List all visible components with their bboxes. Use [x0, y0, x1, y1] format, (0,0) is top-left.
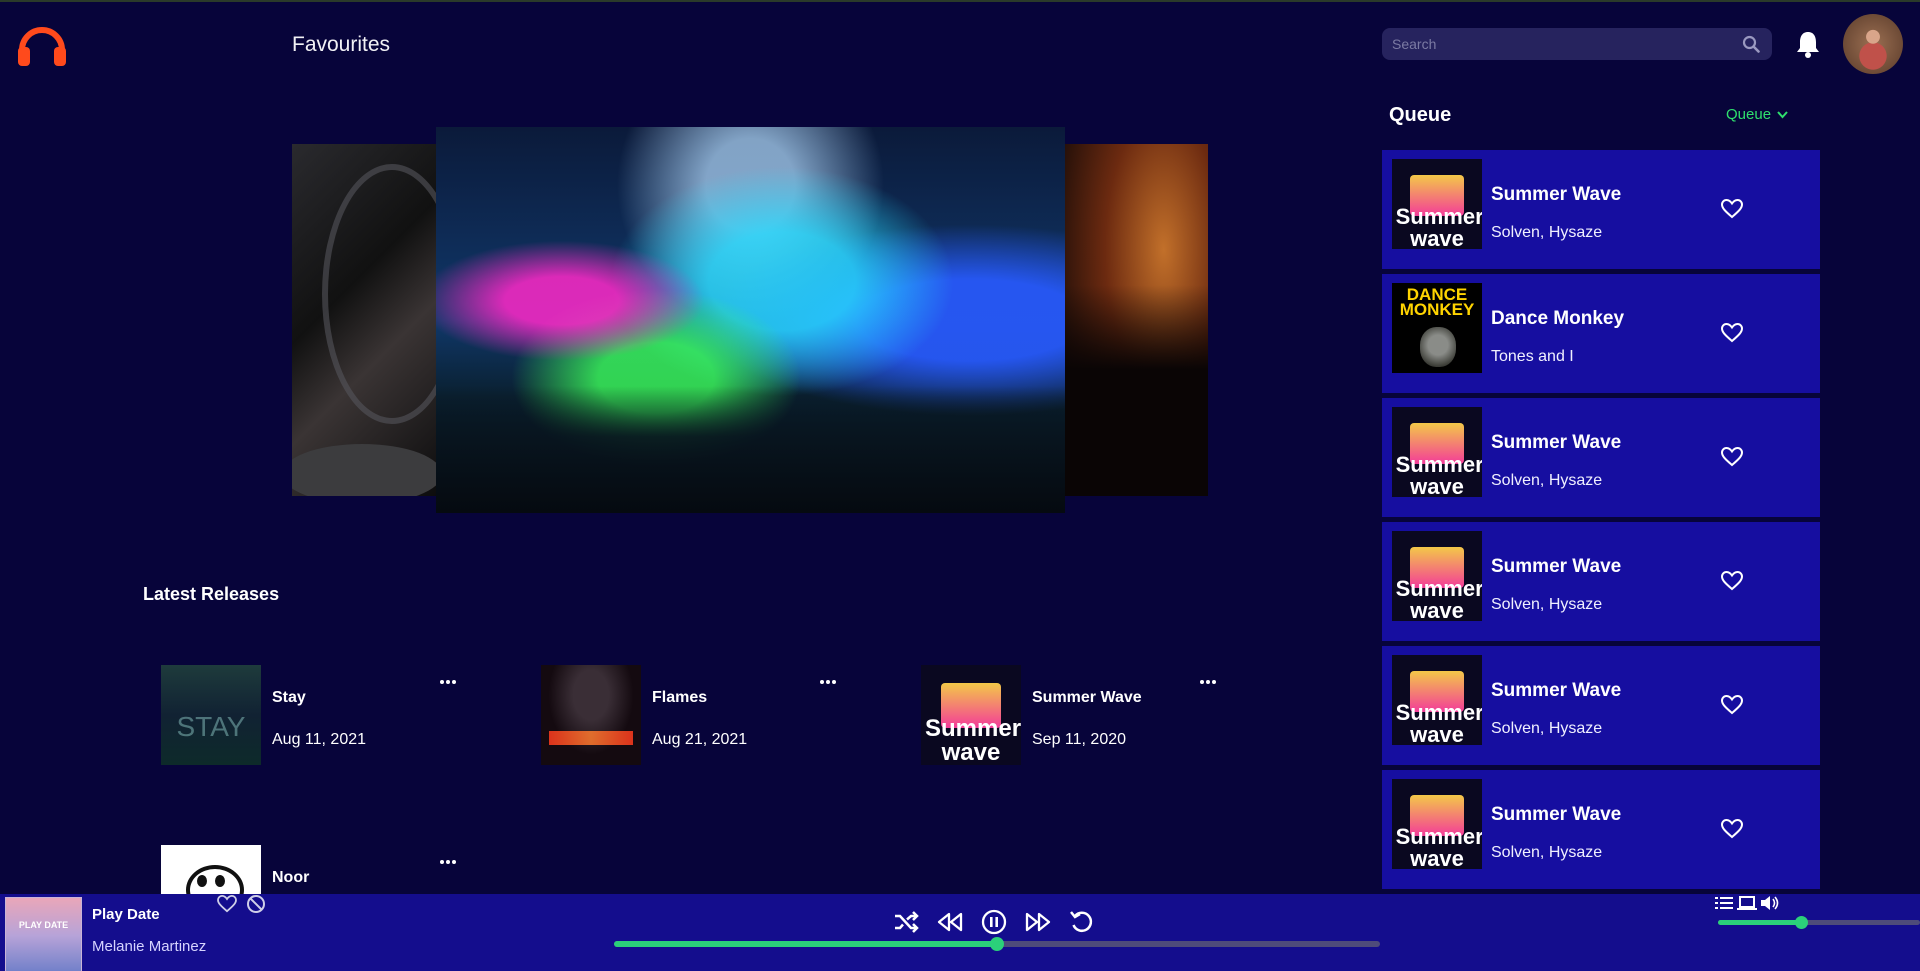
fast-forward-icon[interactable]: [1024, 908, 1052, 936]
top-border: [0, 0, 1920, 2]
queue-item[interactable]: Summer wave Summer Wave Solven, Hysaze: [1382, 522, 1820, 641]
queue-item-cover: Summer wave: [1392, 531, 1482, 621]
queue-item-cover: Summer wave: [1392, 655, 1482, 745]
heart-icon[interactable]: [1721, 819, 1743, 839]
heart-icon[interactable]: [1721, 199, 1743, 219]
cover-art-text: PLAY DATE: [18, 920, 69, 930]
queue-item-cover: Summer wave: [1392, 159, 1482, 249]
latest-releases-title: Latest Releases: [143, 584, 280, 604]
carousel-slide-next[interactable]: [1060, 144, 1208, 496]
release-card[interactable]: Summer wave Summer Wave Sep 11, 2020: [903, 665, 1243, 765]
drum-graphic: [322, 164, 442, 424]
cover-art-monkey: [1420, 327, 1456, 367]
queue-item[interactable]: DANCE MONKEY Dance Monkey Tones and I: [1382, 274, 1820, 393]
volume-fill: [1718, 920, 1801, 925]
queue-item-artist[interactable]: Tones and I: [1491, 348, 1574, 366]
heart-icon[interactable]: [1721, 571, 1743, 591]
queue-item[interactable]: Summer wave Summer Wave Solven, Hysaze: [1382, 646, 1820, 765]
queue-item-artist[interactable]: Solven, Hysaze: [1491, 720, 1602, 738]
cover-art-text: Summer wave: [1395, 203, 1482, 249]
heart-icon[interactable]: [1721, 447, 1743, 467]
pause-icon[interactable]: [980, 908, 1008, 936]
heart-icon[interactable]: [1721, 695, 1743, 715]
cymbal-graphic: [292, 444, 442, 496]
crowd-graphic: [436, 385, 1065, 513]
release-cover[interactable]: [161, 845, 261, 894]
cover-art-text: Summer wave: [1395, 575, 1482, 621]
chevron-down-icon: [1777, 111, 1788, 119]
now-playing-cover[interactable]: PLAY DATE: [5, 897, 82, 971]
cover-art-text: DANCE MONKEY: [1399, 285, 1475, 319]
release-title[interactable]: Summer Wave: [1032, 689, 1142, 707]
queue-item[interactable]: Summer wave Summer Wave Solven, Hysaze: [1382, 770, 1820, 889]
release-title[interactable]: Noor: [272, 869, 309, 887]
release-cover[interactable]: [541, 665, 641, 765]
laptop-device-icon[interactable]: [1737, 894, 1757, 912]
release-date: Sep 11, 2020: [1032, 731, 1127, 748]
heart-icon[interactable]: [1721, 323, 1743, 343]
user-avatar[interactable]: [1843, 14, 1903, 74]
queue-item[interactable]: Summer wave Summer Wave Solven, Hysaze: [1382, 150, 1820, 269]
carousel-slide-active[interactable]: [436, 127, 1065, 513]
now-playing-artist[interactable]: Melanie Martinez: [92, 938, 206, 955]
block-icon[interactable]: [246, 894, 266, 914]
queue-item-title[interactable]: Dance Monkey: [1491, 308, 1624, 330]
cover-art-text: Summer wave: [1395, 699, 1482, 745]
search-input[interactable]: [1392, 28, 1732, 60]
release-date: Aug 21, 2021: [652, 731, 748, 748]
progress-handle[interactable]: [990, 937, 1004, 951]
release-title[interactable]: Stay: [272, 689, 306, 707]
queue-item-cover: Summer wave: [1392, 407, 1482, 497]
queue-title: Queue: [1389, 104, 1452, 126]
more-options-icon[interactable]: [440, 851, 460, 864]
cover-art-text: Summer wave: [1395, 451, 1482, 497]
queue-item-artist[interactable]: Solven, Hysaze: [1491, 596, 1602, 614]
release-title[interactable]: Flames: [652, 689, 707, 707]
release-date: Aug 11, 2021: [272, 731, 367, 748]
release-card[interactable]: Flames Aug 21, 2021: [523, 665, 863, 765]
more-options-icon[interactable]: [440, 671, 460, 684]
queue-dropdown[interactable]: Queue: [1726, 106, 1788, 123]
progress-fill: [614, 941, 997, 947]
carousel-slide-prev[interactable]: [292, 144, 442, 496]
rewind-icon[interactable]: [936, 908, 964, 936]
volume-handle[interactable]: [1794, 916, 1808, 929]
queue-item-artist[interactable]: Solven, Hysaze: [1491, 224, 1602, 242]
release-card[interactable]: Noor: [143, 845, 483, 894]
queue-item-title[interactable]: Summer Wave: [1491, 184, 1621, 206]
player-bar: PLAY DATE Play Date Melanie Martinez: [0, 894, 1920, 971]
now-playing-title[interactable]: Play Date: [92, 906, 160, 923]
search-box[interactable]: [1382, 28, 1772, 60]
queue-list[interactable]: Summer wave Summer Wave Solven, Hysaze D…: [1382, 150, 1820, 890]
queue-item-cover: DANCE MONKEY: [1392, 283, 1482, 373]
queue-item-title[interactable]: Summer Wave: [1491, 804, 1621, 826]
queue-item[interactable]: Summer wave Summer Wave Solven, Hysaze: [1382, 398, 1820, 517]
more-options-icon[interactable]: [1200, 671, 1220, 684]
crowd-graphic: [1060, 284, 1208, 496]
repeat-icon[interactable]: [1068, 908, 1096, 936]
heart-icon[interactable]: [217, 895, 237, 913]
volume-icon[interactable]: [1759, 894, 1779, 912]
volume-slider[interactable]: [1718, 916, 1920, 929]
release-cover[interactable]: [161, 665, 261, 765]
queue-item-artist[interactable]: Solven, Hysaze: [1491, 844, 1602, 862]
release-card[interactable]: Stay Aug 11, 2021: [143, 665, 483, 765]
search-icon[interactable]: [1742, 35, 1760, 53]
queue-item-title[interactable]: Summer Wave: [1491, 556, 1621, 578]
release-cover[interactable]: Summer wave: [921, 665, 1021, 765]
more-options-icon[interactable]: [820, 671, 840, 684]
cover-art-text: Summer wave: [1395, 823, 1482, 869]
progress-bar[interactable]: [614, 937, 1380, 951]
queue-item-cover: Summer wave: [1392, 779, 1482, 869]
notification-bell-icon[interactable]: [1795, 30, 1821, 58]
cover-art-text: Summer wave: [925, 715, 1021, 765]
queue-item-title[interactable]: Summer Wave: [1491, 680, 1621, 702]
queue-item-artist[interactable]: Solven, Hysaze: [1491, 472, 1602, 490]
shuffle-icon[interactable]: [892, 908, 920, 936]
queue-list-icon[interactable]: [1714, 894, 1734, 912]
queue-item-title[interactable]: Summer Wave: [1491, 432, 1621, 454]
headphones-logo-icon[interactable]: [16, 20, 68, 68]
page-title: Favourites: [292, 33, 391, 56]
queue-dropdown-label: Queue: [1726, 106, 1772, 123]
